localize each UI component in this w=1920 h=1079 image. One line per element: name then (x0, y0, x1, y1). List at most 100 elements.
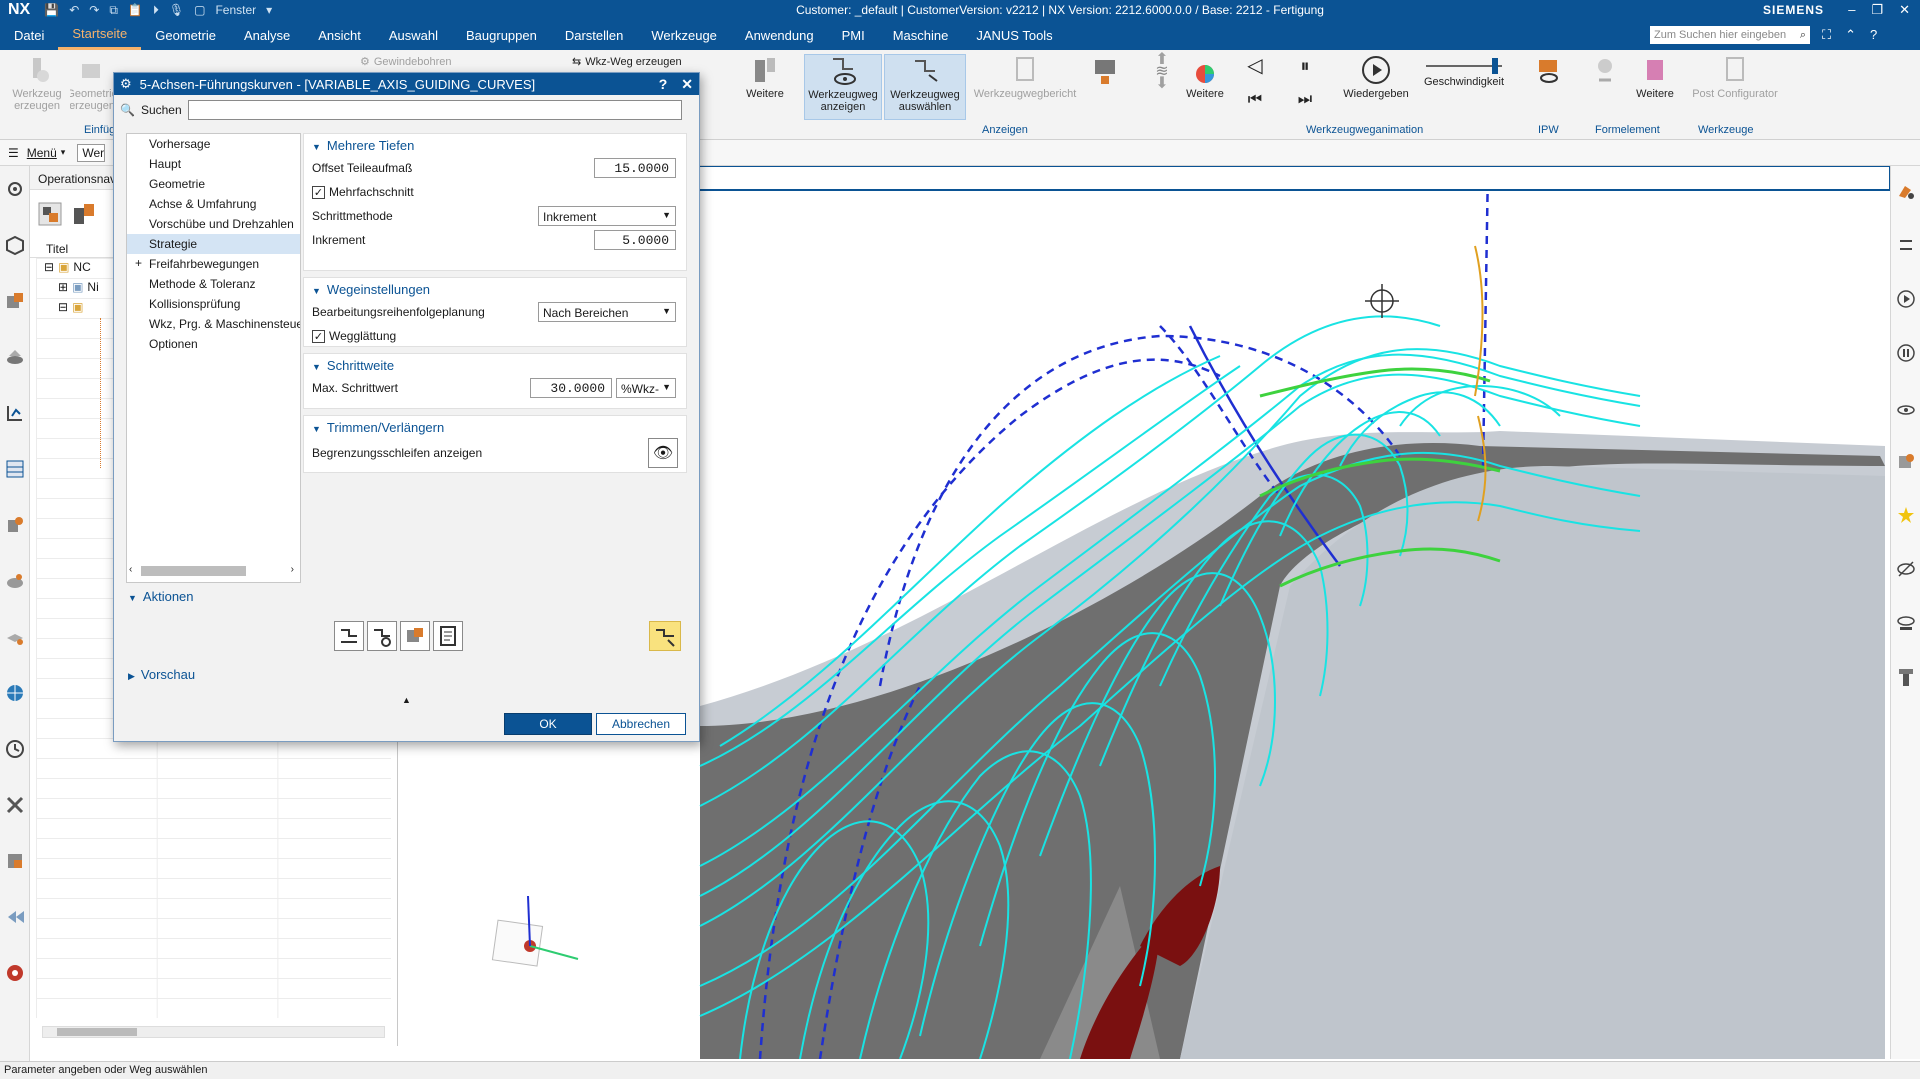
collapse-icon[interactable]: ⊟ (58, 300, 68, 314)
tab-maschine[interactable]: Maschine (879, 20, 963, 50)
ipw-navigator-icon[interactable] (4, 570, 26, 592)
boundary-eye-button[interactable]: 👁 (648, 438, 678, 468)
command-search[interactable]: Zum Suchen hier eingeben ⌕ (1650, 26, 1810, 44)
scroll-thumb[interactable] (141, 566, 246, 576)
dialog-title-bar[interactable]: ⚙ 5-Achsen-Führungskurven - [VARIABLE_AX… (114, 73, 699, 95)
stepover-unit-select[interactable]: %Wkz- ▼ (616, 378, 676, 398)
column-title[interactable]: Titel (46, 242, 68, 256)
chevron-down-icon[interactable]: ▾ (266, 3, 272, 17)
increment-input[interactable]: 5.0000 (594, 230, 676, 250)
list-item-kollision[interactable]: Kollisionsprüfung (127, 294, 300, 314)
pause-button[interactable]: ⏸ (1290, 57, 1320, 75)
hide-icon[interactable] (1895, 558, 1917, 580)
more-button-3[interactable]: Weitere (1630, 54, 1680, 100)
list-scrollbar[interactable]: ‹ › (129, 564, 298, 578)
list-item-vorschuebe[interactable]: Vorschübe und Drehzahlen (127, 214, 300, 234)
mic-icon[interactable]: 🎙 (169, 3, 184, 17)
search-icon[interactable]: ⌕ (1800, 29, 1806, 42)
more-button-2[interactable]: Weitere (1180, 54, 1230, 100)
list-item-vorhersage[interactable]: Vorhersage (127, 134, 300, 154)
scroll-thumb[interactable] (57, 1028, 137, 1036)
web-browser-icon[interactable] (4, 682, 26, 704)
collapse-dialog-icon[interactable]: ▲ (114, 695, 699, 705)
actions-header[interactable]: ▼ Aktionen (122, 585, 691, 607)
list-button[interactable] (433, 621, 463, 651)
order-select[interactable]: Nach Bereichen ▼ (538, 302, 676, 322)
tab-pmi[interactable]: PMI (828, 20, 879, 50)
rewind-button[interactable]: ⏮ (1240, 92, 1270, 108)
list-item-optionen[interactable]: Optionen (127, 334, 300, 354)
assembly-navigator-icon[interactable] (4, 290, 26, 312)
create-tool-button[interactable]: Werkzeug erzeugen (4, 54, 70, 112)
geometry-create-button[interactable]: Geometrie erzeugen (70, 54, 114, 112)
play-icon[interactable]: ⏵ (153, 3, 159, 18)
program-order-view-icon[interactable] (36, 200, 64, 228)
ok-button[interactable]: OK (504, 713, 592, 735)
list-item-geometrie[interactable]: Geometrie (127, 174, 300, 194)
collapse-icon[interactable]: ⊟ (44, 260, 54, 274)
list-item-wkz[interactable]: Wkz, Prg. & Maschinensteuerung (127, 314, 300, 334)
role-icon[interactable] (4, 962, 26, 984)
process-studio-icon[interactable] (4, 794, 26, 816)
scroll-right-icon[interactable]: › (291, 564, 294, 575)
ipw-button[interactable] (1534, 54, 1564, 88)
replay-button[interactable] (367, 621, 397, 651)
restore-icon[interactable]: ❐ (1871, 2, 1883, 18)
tab-startseite[interactable]: Startseite (58, 20, 142, 50)
move-up-button[interactable]: ⬆ ≋ ⬇ (1150, 52, 1174, 92)
search-input[interactable]: Zum Suchen hier eingeben (1654, 29, 1786, 41)
fullscreen-icon[interactable]: ⛶ (1822, 27, 1831, 43)
highlight-icon[interactable] (1895, 504, 1917, 526)
tool-icon[interactable] (1895, 666, 1917, 688)
machine-tool-navigator-icon[interactable] (4, 458, 26, 480)
max-stepover-input[interactable]: 30.0000 (530, 378, 612, 398)
list-item-freifahrbewegungen[interactable]: + Freifahrbewegungen (127, 254, 300, 274)
help-button[interactable]: ? (659, 76, 668, 93)
forward-button[interactable]: ⏭ (1290, 92, 1320, 108)
chevron-down-icon[interactable]: ▾ (61, 147, 66, 158)
verify-icon[interactable] (1895, 450, 1917, 472)
list-item-achse[interactable]: Achse & Umfahrung (127, 194, 300, 214)
section-header-depths[interactable]: ▼ Mehrere Tiefen (304, 134, 686, 156)
list-item-methode[interactable]: Methode & Toleranz (127, 274, 300, 294)
history-icon[interactable] (4, 738, 26, 760)
constraint-navigator-icon[interactable] (4, 346, 26, 368)
feature-navigator-icon[interactable] (4, 514, 26, 536)
help-icon[interactable]: ? (1870, 27, 1877, 43)
expand-icon[interactable]: + (135, 256, 142, 270)
play-button[interactable]: Wiedergeben (1334, 54, 1418, 100)
show-toolpath-button[interactable]: Werkzeugweg anzeigen (804, 54, 882, 120)
toolpath-report-button[interactable]: Werkzeugwegbericht (970, 54, 1080, 100)
tab-analyse[interactable]: Analyse (230, 20, 304, 50)
part-navigator-icon[interactable] (4, 234, 26, 256)
step-back-button[interactable]: ◁ (1240, 56, 1270, 76)
machine-tool-view-icon[interactable] (70, 200, 98, 228)
cancel-button[interactable]: Abbrechen (596, 713, 686, 735)
threaded-hole-button[interactable]: ⚙ Gewindebohren (360, 56, 452, 68)
tree-node-nc[interactable]: ⊟ ▣ NC (44, 260, 91, 274)
navigator-scrollbar[interactable] (42, 1026, 385, 1038)
settings-icon[interactable] (4, 178, 26, 200)
undo-icon[interactable]: ↶ (69, 3, 79, 17)
menu-icon[interactable]: ☰ (8, 146, 19, 160)
close-button[interactable]: ✕ (681, 76, 693, 93)
type-filter-select[interactable]: Wer (77, 143, 106, 162)
tree-node-program[interactable]: ⊟ ▣ (58, 300, 83, 314)
scroll-left-icon[interactable]: ‹ (129, 564, 132, 575)
tab-ansicht[interactable]: Ansicht (304, 20, 375, 50)
section-header-stepover[interactable]: ▼ Schrittweite (304, 354, 686, 376)
pause-circle-icon[interactable] (1895, 342, 1917, 364)
speed-slider[interactable]: Geschwindigkeit (1418, 56, 1510, 88)
section-header-path[interactable]: ▼ Wegeinstellungen (304, 278, 686, 300)
paste-icon[interactable]: 📋 (128, 3, 143, 17)
tab-anwendung[interactable]: Anwendung (731, 20, 828, 50)
copy-icon[interactable]: ⧉ (109, 3, 118, 18)
cam-tool-icon[interactable] (4, 850, 26, 872)
janus-icon[interactable] (4, 906, 26, 928)
section-header-trim[interactable]: ▼ Trimmen/Verlängern (304, 416, 686, 438)
tree-node-ni[interactable]: ⊞ ▣ Ni (58, 280, 99, 294)
menu-button[interactable]: Menü (27, 146, 57, 160)
paint-icon[interactable] (1895, 180, 1917, 202)
tab-datei[interactable]: Datei (0, 20, 58, 50)
select-toolpath-button[interactable]: Werkzeugweg auswählen (884, 54, 966, 120)
